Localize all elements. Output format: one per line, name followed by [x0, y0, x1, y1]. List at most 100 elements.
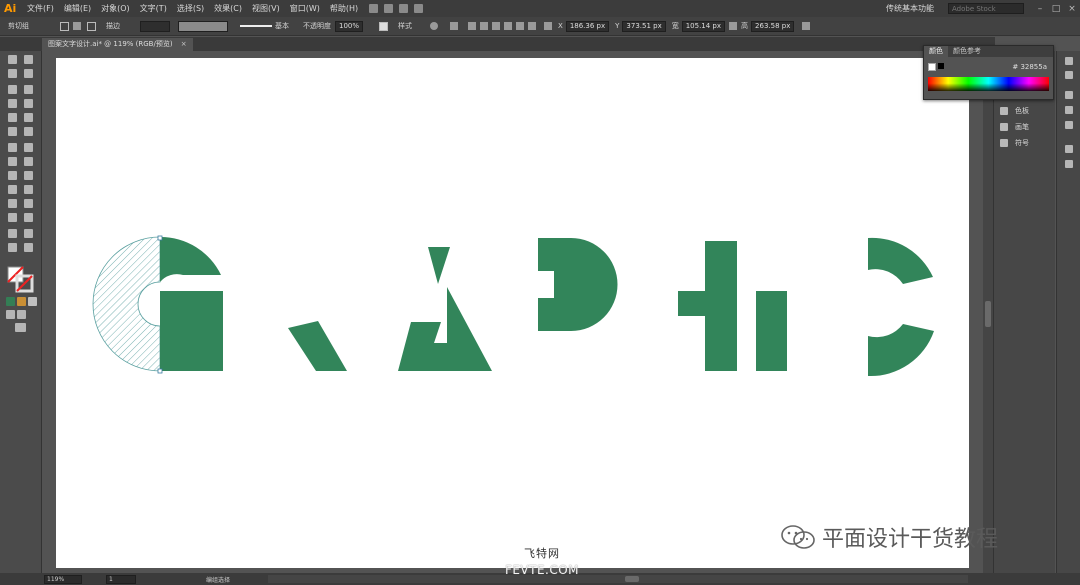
opacity-label[interactable]: 不透明度 [303, 21, 331, 31]
color-panel-icon[interactable] [1065, 57, 1073, 65]
stroke-swatch[interactable] [87, 21, 96, 31]
perspective-grid-tool-icon[interactable] [24, 171, 33, 180]
anchor-point[interactable] [157, 235, 163, 241]
vertical-scroll-thumb[interactable] [985, 301, 991, 327]
recolor-artwork-icon[interactable] [430, 22, 439, 30]
align-left-icon[interactable] [468, 22, 477, 30]
close-window-button[interactable]: × [1064, 4, 1080, 14]
puppet-warp-tool-icon[interactable] [24, 157, 33, 166]
transform-icon[interactable] [544, 22, 553, 30]
vertical-scrollbar[interactable] [983, 51, 993, 573]
menu-type[interactable]: 文字(T) [135, 3, 172, 14]
column-graph-tool-icon[interactable] [24, 213, 33, 222]
screen-mode-icon[interactable] [15, 323, 26, 332]
gradient-mode-icon[interactable] [17, 297, 26, 306]
anchor-point[interactable] [157, 368, 163, 374]
letter-g[interactable] [92, 235, 223, 374]
align-middle-icon[interactable] [516, 22, 525, 30]
letter-h-bar[interactable] [678, 291, 705, 316]
artboard-tool-icon[interactable] [8, 229, 17, 238]
transparency-panel-icon[interactable] [1065, 121, 1073, 129]
slice-tool-icon[interactable] [24, 229, 33, 238]
letter-h[interactable] [678, 241, 737, 371]
hex-field[interactable]: # 32855a [1012, 63, 1047, 71]
fill-indicator[interactable] [928, 63, 936, 71]
bridge-icon[interactable] [369, 4, 379, 13]
letter-p-bowl[interactable] [538, 238, 618, 331]
none-mode-icon[interactable] [28, 297, 37, 306]
panel-menu-icon[interactable] [802, 22, 811, 30]
curvature-tool-icon[interactable] [24, 85, 33, 94]
letter-a[interactable] [398, 247, 492, 371]
selection-tool-icon[interactable] [8, 55, 17, 64]
rotate-tool-icon[interactable] [8, 143, 17, 152]
menu-view[interactable]: 视图(V) [247, 3, 285, 14]
letter-a-apex[interactable] [428, 247, 450, 284]
zoom-tool-icon[interactable] [24, 243, 33, 252]
constrain-proportions-icon[interactable] [729, 22, 738, 30]
menu-effect[interactable]: 效果(C) [209, 3, 247, 14]
shaper-tool-icon[interactable] [8, 127, 17, 136]
stock-search[interactable] [948, 3, 1024, 14]
blend-tool-icon[interactable] [24, 199, 33, 208]
letter-i-stem[interactable] [756, 291, 787, 371]
menu-select[interactable]: 选择(S) [172, 3, 209, 14]
send-icon[interactable] [414, 4, 424, 13]
menu-help[interactable]: 帮助(H) [325, 3, 363, 14]
letter-r-leg[interactable] [288, 321, 347, 371]
align-options-icon[interactable] [450, 22, 459, 30]
menu-file[interactable]: 文件(F) [22, 3, 59, 14]
black-swatch[interactable] [938, 63, 944, 69]
y-field[interactable]: 373.51 px [622, 20, 666, 32]
align-right-icon[interactable] [492, 22, 501, 30]
letter-c[interactable] [868, 237, 934, 377]
shape-builder-tool-icon[interactable] [8, 171, 17, 180]
stock-icon[interactable] [384, 4, 394, 13]
eraser-tool-icon[interactable] [24, 127, 33, 136]
letter-g-bottom-block[interactable] [160, 291, 223, 371]
dock-item-swatches[interactable]: 色板 [1000, 105, 1029, 117]
color-spectrum[interactable] [928, 77, 1049, 91]
menu-edit[interactable]: 编辑(E) [59, 3, 96, 14]
artboard[interactable] [56, 58, 969, 568]
graphic-style-swatch[interactable] [379, 21, 389, 31]
symbol-sprayer-tool-icon[interactable] [8, 213, 17, 222]
dock-item-symbols[interactable]: 符号 [1000, 137, 1029, 149]
document-tab[interactable]: 图案文字设计.ai* @ 119% (RGB/预览) × [42, 38, 193, 51]
gradient-panel-icon[interactable] [1065, 106, 1073, 114]
align-center-icon[interactable] [480, 22, 489, 30]
stroke-panel-icon[interactable] [1065, 91, 1073, 99]
direct-selection-tool-icon[interactable] [24, 55, 33, 64]
rectangle-tool-icon[interactable] [8, 113, 17, 122]
width-field[interactable]: 105.14 px [681, 20, 726, 32]
mesh-tool-icon[interactable] [8, 185, 17, 194]
stroke-weight-field[interactable] [140, 20, 170, 32]
letter-g-top-arc[interactable] [160, 236, 221, 282]
pen-tool-icon[interactable] [8, 85, 17, 94]
fill-dropdown-icon[interactable] [73, 22, 81, 30]
hand-tool-icon[interactable] [8, 243, 17, 252]
arrange-documents-icon[interactable] [399, 4, 409, 13]
layers-panel-icon[interactable] [1065, 160, 1073, 168]
drawing-mode-icon[interactable] [6, 310, 15, 319]
dock-item-brushes[interactable]: 画笔 [1000, 121, 1029, 133]
letter-h-stem[interactable] [705, 241, 737, 371]
draw-inside-icon[interactable] [17, 310, 26, 319]
appearance-panel-icon[interactable] [1065, 145, 1073, 153]
graphic-artwork[interactable] [56, 58, 969, 568]
artboard-navigator[interactable]: 1 [106, 574, 136, 584]
zoom-field[interactable]: 119% [44, 574, 82, 584]
minimize-button[interactable]: – [1032, 4, 1048, 14]
variable-width-profile[interactable] [178, 20, 228, 32]
x-field[interactable]: 186.36 px [565, 20, 610, 32]
brush-definition[interactable]: 基本 [240, 21, 289, 31]
letter-c-top-arc[interactable] [868, 237, 933, 284]
eyedropper-tool-icon[interactable] [8, 199, 17, 208]
menu-window[interactable]: 窗口(W) [285, 3, 325, 14]
canvas-area[interactable] [43, 51, 983, 573]
menu-object[interactable]: 对象(O) [96, 3, 135, 14]
horizontal-scroll-thumb[interactable] [625, 576, 639, 582]
maximize-button[interactable]: □ [1048, 4, 1064, 14]
magic-wand-tool-icon[interactable] [8, 69, 17, 78]
letter-a-left-foot[interactable] [398, 322, 453, 371]
